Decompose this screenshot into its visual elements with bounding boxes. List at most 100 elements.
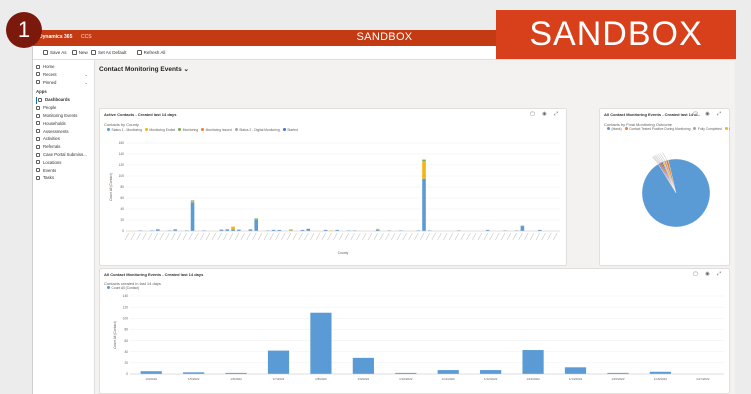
sidebar-item-label: Events bbox=[43, 167, 57, 173]
bar-monitoring-51[interactable] bbox=[422, 160, 426, 162]
x-tick-label bbox=[142, 232, 147, 241]
page-title[interactable]: Contact Monitoring Events ⌄ bbox=[99, 65, 189, 73]
pie-slice-blank[interactable] bbox=[641, 158, 711, 228]
sidebar-item-case-portal-submiss[interactable]: Case Portal Submiss... bbox=[36, 152, 92, 159]
legend-label[interactable]: Lost bbox=[729, 127, 730, 131]
x-tick-label bbox=[252, 232, 257, 241]
bar-monitoring-ended-28[interactable] bbox=[289, 229, 293, 231]
chevron-down-icon[interactable]: ⌄ bbox=[85, 80, 88, 85]
cmd-set-as-default-button[interactable]: Set As Default bbox=[91, 50, 127, 55]
sidebar-item-activities[interactable]: Activities bbox=[36, 136, 92, 143]
bar-status-1-monitoring-51[interactable] bbox=[422, 178, 426, 231]
y-axis: 0 20 40 60 80 100 120 140 160 bbox=[119, 141, 560, 233]
x-tick-label bbox=[171, 232, 176, 241]
legend-label[interactable]: Status 1 - Monitoring bbox=[112, 128, 142, 132]
sidebar-item-events[interactable]: Events bbox=[36, 168, 92, 175]
cmd-new-button[interactable]: New bbox=[71, 50, 88, 55]
y-axis-label: Count All (Contact) bbox=[109, 173, 113, 201]
sidebar-item-assessments[interactable]: Assessments bbox=[36, 129, 92, 136]
bar-day-3[interactable] bbox=[267, 350, 290, 374]
legend-label[interactable]: Fully Completed bbox=[698, 127, 722, 131]
bar-monitoring-ended-22[interactable] bbox=[254, 218, 258, 220]
cmd-refresh-all-button[interactable]: Refresh All bbox=[136, 50, 165, 55]
x-tick-label bbox=[292, 232, 297, 241]
bar-monitoring-ended-18[interactable] bbox=[231, 226, 235, 230]
x-tick-label bbox=[408, 232, 413, 241]
bar-monitoring-ended-51[interactable] bbox=[422, 161, 426, 179]
bar-status-1-monitoring-31[interactable] bbox=[306, 228, 311, 231]
y-tick-label: 80 bbox=[124, 328, 128, 332]
x-tick-label bbox=[524, 232, 529, 241]
bar-monitoring-ended-43[interactable] bbox=[375, 228, 380, 230]
legend-label[interactable]: Monitoring Issued bbox=[206, 128, 232, 132]
sidebar-item-households[interactable]: Households bbox=[36, 121, 92, 128]
bar-day-9[interactable] bbox=[522, 350, 544, 374]
bar-day-4[interactable] bbox=[310, 312, 332, 374]
chevron-down-icon[interactable]: ⌄ bbox=[85, 72, 88, 77]
y-tick-label: 20 bbox=[120, 218, 124, 222]
bar-day-10[interactable] bbox=[564, 367, 587, 374]
plus-icon bbox=[71, 50, 77, 55]
bar-monitoring-ended-11[interactable] bbox=[190, 201, 195, 203]
chart-card-monitoring-outcome: All Contact Monitoring Events - Created … bbox=[599, 108, 730, 266]
x-tick-label bbox=[350, 232, 355, 241]
x-tick-label: 1/15/2022 bbox=[611, 377, 625, 381]
x-tick-label bbox=[130, 232, 135, 241]
bar-day-7[interactable] bbox=[437, 370, 459, 374]
legend-label[interactable]: Started bbox=[287, 128, 298, 132]
bar-day-12[interactable] bbox=[649, 371, 671, 374]
bar-status-1-monitoring-22[interactable] bbox=[254, 219, 258, 231]
portal-icon bbox=[36, 152, 40, 157]
sidebar-item-people[interactable]: People bbox=[36, 105, 92, 112]
y-tick-label: 60 bbox=[124, 339, 128, 343]
sidebar-item-label: Locations bbox=[43, 159, 62, 165]
x-tick-label: 1/11/2022 bbox=[442, 377, 455, 381]
bar-day-5[interactable] bbox=[352, 357, 374, 374]
legend-label[interactable]: Status 2 - Digital Monitoring bbox=[239, 128, 280, 132]
card-action-icons[interactable]: ▢ ◉ ⤢ bbox=[693, 111, 724, 117]
legend-label[interactable]: (blank) bbox=[612, 127, 622, 131]
sidebar-item-label: Households bbox=[43, 120, 66, 126]
sidebar-item-tasks[interactable]: Tasks bbox=[36, 175, 92, 182]
bar-status-2-digital-monitoring-11[interactable] bbox=[190, 200, 195, 201]
legend-label[interactable]: Monitoring Ended bbox=[149, 128, 175, 132]
bar-monitoring-ended-68[interactable] bbox=[520, 225, 525, 227]
legend-swatch bbox=[724, 127, 728, 130]
x-tick-label bbox=[495, 232, 500, 241]
legend-label[interactable]: Monitoring bbox=[183, 128, 198, 132]
cmd-save-as-button[interactable]: Save As bbox=[43, 50, 67, 55]
legend-label[interactable]: Count All (Contact) bbox=[112, 286, 140, 290]
sidebar-item-pinned[interactable]: Pinned ⌄ bbox=[36, 80, 92, 87]
x-tick-label: 1/13/2022 bbox=[526, 377, 540, 381]
card-action-icons[interactable]: ▢ ◉ ⤢ bbox=[693, 271, 724, 277]
bar-day-0[interactable] bbox=[140, 371, 162, 374]
sidebar-item-referrals[interactable]: Referrals bbox=[36, 144, 92, 151]
sidebar-item-label: Assessments bbox=[43, 128, 69, 134]
bar-day-1[interactable] bbox=[183, 372, 205, 374]
x-tick-label bbox=[506, 232, 512, 241]
bar-monitoring-ended-19[interactable] bbox=[237, 229, 241, 230]
sidebar-item-monitoring-events[interactable]: Monitoring Events bbox=[36, 113, 92, 120]
x-tick-label bbox=[448, 232, 454, 241]
bar-status-2-digital-monitoring-51[interactable] bbox=[422, 159, 426, 161]
sidebar-item-recent[interactable]: Recent ⌄ bbox=[36, 72, 92, 79]
legend-label[interactable]: Contact Tested Positive During Monitorin… bbox=[629, 127, 690, 131]
sidebar-item-home[interactable]: Home bbox=[36, 64, 92, 71]
bar-status-1-monitoring-11[interactable] bbox=[190, 202, 195, 231]
bar-monitoring-ended-16[interactable] bbox=[219, 229, 224, 230]
bar-monitoring-11[interactable] bbox=[190, 200, 195, 202]
chart-subtitle: Contacts by County bbox=[104, 122, 139, 127]
sidebar-item-dashboards[interactable]: Dashboards bbox=[36, 97, 92, 105]
bar-day-8[interactable] bbox=[480, 370, 502, 374]
check-icon bbox=[91, 50, 96, 55]
card-title: Active Contacts - Created last 14 days bbox=[104, 112, 177, 117]
x-tick-label bbox=[234, 232, 240, 241]
x-tick-label: 1/8/2022 bbox=[315, 377, 327, 381]
bar-monitoring-22[interactable] bbox=[254, 218, 258, 219]
bar-status-1-monitoring-68[interactable] bbox=[520, 226, 525, 231]
legend-swatch bbox=[144, 128, 148, 131]
sidebar-item-locations[interactable]: Locations bbox=[36, 160, 92, 167]
chart-legend: Count All (Contact) bbox=[104, 286, 139, 290]
clipboard-icon bbox=[36, 129, 40, 134]
card-action-icons[interactable]: ▢ ◉ ⤢ bbox=[530, 111, 561, 117]
